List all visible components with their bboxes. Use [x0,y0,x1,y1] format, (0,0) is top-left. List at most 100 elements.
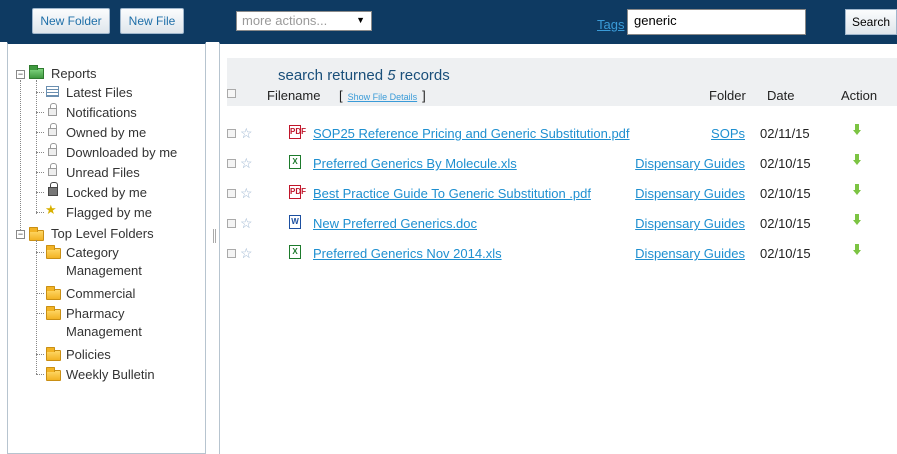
dropdown-arrow-icon: ▼ [356,15,365,25]
row-checkbox[interactable] [227,249,236,258]
sidebar-item-notifications[interactable]: Notifications [66,105,137,120]
more-actions-value: more actions... [242,13,328,28]
sidebar-item-locked-by-me[interactable]: Locked by me [66,185,147,200]
collapse-reports-toggle[interactable]: − [16,70,25,79]
folder-icon [46,286,61,300]
sidebar-item-flagged-by-me[interactable]: Flagged by me [66,205,152,220]
row-checkbox[interactable] [227,189,236,198]
search-input[interactable]: generic [627,9,806,35]
download-arrow-icon[interactable] [853,184,861,196]
folder-icon [46,245,61,259]
sidebar-item-pharmacy-management[interactable]: Pharmacy Management [66,306,142,343]
sidebar-item-owned-by-me[interactable]: Owned by me [66,125,146,140]
new-file-button[interactable]: New File [120,8,184,34]
download-arrow-icon[interactable] [853,244,861,256]
sidebar-item-reports[interactable]: Reports [51,66,97,81]
pdf-file-icon: PDF [289,125,306,139]
new-folder-button[interactable]: New Folder [32,8,110,34]
file-folder-link[interactable]: Dispensary Guides [635,186,745,201]
sidebar-item-latest-files[interactable]: Latest Files [66,85,132,100]
table-row: ☆ PDF SOP25 Reference Pricing and Generic … [220,124,897,146]
results-count: 5 [387,67,396,84]
file-folder-link[interactable]: Dispensary Guides [635,216,745,231]
folder-label-line2: Management [66,263,142,278]
file-folder-link[interactable]: Dispensary Guides [635,246,745,261]
tags-link[interactable]: Tags [597,17,624,32]
row-checkbox[interactable] [227,129,236,138]
tree-connector [36,92,44,93]
pdf-file-icon: PDF [289,185,306,199]
star-icon: ★ [45,202,57,217]
lock-icon [48,123,57,136]
column-header-date[interactable]: Date [767,88,794,103]
download-arrow-icon[interactable] [853,124,861,136]
padlock-icon [48,182,58,196]
file-folder-link[interactable]: SOPs [711,126,745,141]
folder-icon [46,367,61,381]
results-panel: search returned 5 records Filename [ Show… [219,42,897,454]
tree-connector [36,152,44,153]
show-file-details-link[interactable]: Show File Details [348,92,418,102]
file-date: 02/10/15 [760,216,811,231]
tree-connector [36,313,44,314]
sidebar-item-unread-files[interactable]: Unread Files [66,165,140,180]
file-name-link[interactable]: Best Practice Guide To Generic Substitut… [313,186,591,201]
table-row: ☆ PDF Best Practice Guide To Generic Subst… [220,184,897,206]
sidebar-item-commercial[interactable]: Commercial [66,286,135,301]
file-date: 02/10/15 [760,246,811,261]
results-header: search returned 5 records Filename [ Show… [227,58,897,106]
sidebar-item-policies[interactable]: Policies [66,347,111,362]
tree-connector [36,192,44,193]
file-folder-link[interactable]: Dispensary Guides [635,156,745,171]
file-name-link[interactable]: New Preferred Generics.doc [313,216,477,231]
more-actions-select[interactable]: more actions... ▼ [236,11,372,31]
download-arrow-icon[interactable] [853,154,861,166]
panel-resize-handle[interactable] [213,229,216,243]
column-header-folder[interactable]: Folder [709,88,746,103]
flag-star-icon[interactable]: ☆ [240,245,253,261]
collapse-folders-toggle[interactable]: − [16,230,25,239]
file-name-link[interactable]: Preferred Generics By Molecule.xls [313,156,517,171]
folder-icon [46,347,61,361]
download-arrow-icon[interactable] [853,214,861,226]
tree-connector [36,132,44,133]
bracket-open: [ [339,88,343,103]
flag-star-icon[interactable]: ☆ [240,155,253,171]
results-summary: search returned 5 records [278,67,450,84]
tree-connector [36,354,44,355]
file-name-link[interactable]: Preferred Generics Nov 2014.xls [313,246,502,261]
reports-folder-icon [29,65,44,79]
tree-connector [36,374,44,375]
tree-connector [20,80,21,236]
flag-star-icon[interactable]: ☆ [240,185,253,201]
sidebar-item-downloaded-by-me[interactable]: Downloaded by me [66,145,177,160]
select-all-checkbox[interactable] [227,89,236,98]
row-checkbox[interactable] [227,219,236,228]
search-button[interactable]: Search [845,9,897,35]
folder-label-line2: Management [66,324,142,339]
bracket-close: ] [422,88,426,103]
results-prefix: search returned [278,67,384,84]
tree-connector [36,172,44,173]
sidebar-item-top-level-folders[interactable]: Top Level Folders [51,226,154,241]
tree-connector [36,293,44,294]
sidebar-item-category-management[interactable]: Category Management [66,245,142,282]
tree-connector [36,212,44,213]
lock-icon [48,143,57,156]
file-date: 02/10/15 [760,156,811,171]
file-date: 02/11/15 [760,126,810,141]
flag-star-icon[interactable]: ☆ [240,125,253,141]
folder-icon [46,306,61,320]
flag-star-icon[interactable]: ☆ [240,215,253,231]
row-checkbox[interactable] [227,159,236,168]
results-suffix: records [399,67,450,84]
sidebar-item-weekly-bulletin[interactable]: Weekly Bulletin [66,367,155,382]
xls-file-icon: X [289,245,301,259]
lock-icon [48,163,57,176]
folder-label-line1: Pharmacy [66,306,125,321]
top-toolbar: New Folder New File more actions... ▼ Ta… [0,0,897,42]
tree-connector [36,112,44,113]
file-date: 02/10/15 [760,186,811,201]
file-name-link[interactable]: SOP25 Reference Pricing and Generic Subs… [313,126,630,141]
column-header-filename[interactable]: Filename [267,88,320,103]
